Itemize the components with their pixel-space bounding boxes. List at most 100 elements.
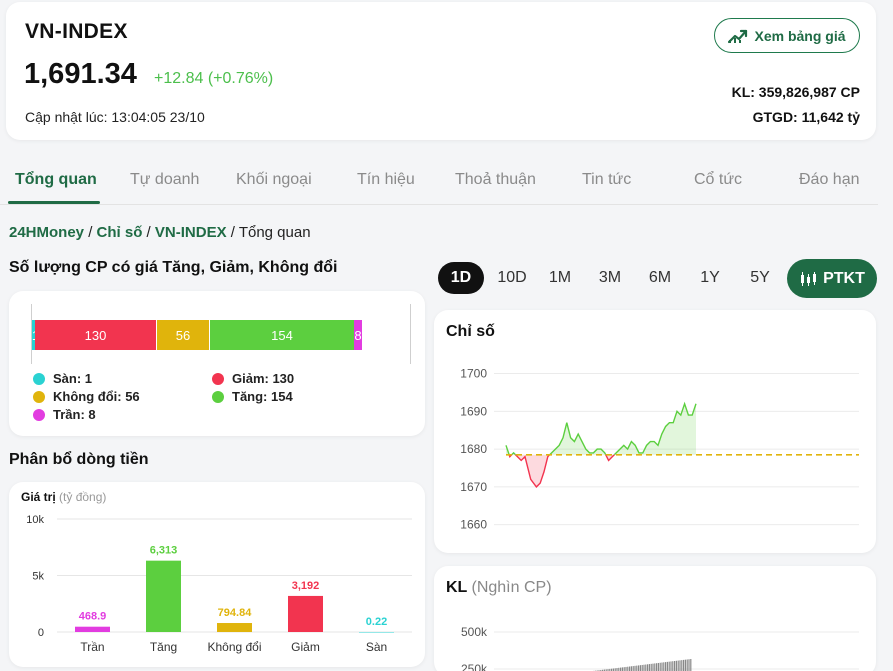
volume-bar <box>621 667 623 671</box>
volume-bar <box>630 666 632 671</box>
tab-foreign[interactable]: Khối ngoại <box>236 171 312 189</box>
volume-bar <box>639 665 641 671</box>
breadcrumb-current: Tổng quan <box>238 224 311 241</box>
index-change: +12.84 (+0.76%) <box>154 70 274 87</box>
flow-bar-value-label: 794.84 <box>218 607 253 619</box>
volume-y-tick-label: 250k <box>461 662 488 671</box>
range-1m-button[interactable]: 1M <box>540 262 580 294</box>
flow-category-label: Không đổi <box>207 640 261 654</box>
breadth-card: 1 130 56 154 8 Sàn: 1 Giảm: 130 Không đổ… <box>9 291 425 436</box>
flow-bar <box>75 626 110 632</box>
volume-bar <box>670 661 672 671</box>
flat-dot-icon <box>33 390 45 403</box>
technical-analysis-label: PTKT <box>823 269 865 287</box>
index-title: VN-INDEX <box>25 20 128 43</box>
volume-bar <box>648 664 650 671</box>
range-selector: 1D 10D 1M 3M 6M 1Y 5Y PTKT <box>438 259 878 298</box>
view-price-board-button[interactable]: Xem bảng giá <box>714 18 860 53</box>
index-value: 1,691.34 <box>24 58 137 90</box>
breadth-bar-ceiling-label: 8 <box>354 327 362 343</box>
volume-bar <box>659 662 661 671</box>
tab-signals[interactable]: Tín hiệu <box>357 171 415 189</box>
range-1y-button[interactable]: 1Y <box>690 262 730 294</box>
tab-bar: Tổng quan Tự doanh Khối ngoại Tín hiệu T… <box>0 160 893 206</box>
flow-category-label: Tăng <box>150 640 177 654</box>
volume-bar <box>632 666 634 671</box>
range-3m-button[interactable]: 3M <box>590 262 630 294</box>
flow-category-label: Trần <box>80 640 104 654</box>
tab-proprietary[interactable]: Tự doanh <box>130 171 199 189</box>
volume-y-tick-label: 500k <box>461 625 488 639</box>
range-6m-button[interactable]: 6M <box>640 262 680 294</box>
money-flow-card: Giá trị (tỷ đồng) 0 5k 10k 468.9 Trần 6,313 Tă… <box>9 482 425 667</box>
volume-bar <box>666 661 668 671</box>
flow-bar <box>288 595 323 632</box>
money-flow-chart: 0 5k 10k 468.9 Trần 6,313 Tăng 794.84 Không đổi 3… <box>26 514 412 654</box>
flow-y-tick-label: 0 <box>38 627 44 639</box>
range-5y-button[interactable]: 5Y <box>740 262 780 294</box>
index-y-tick-label: 1700 <box>460 367 487 381</box>
index-y-tick-label: 1660 <box>460 518 487 532</box>
volume-bar <box>645 664 647 671</box>
volume-bar <box>641 664 643 671</box>
breadth-title: Số lượng CP có giá Tăng, Giảm, Không đổi <box>9 259 338 276</box>
flow-y-tick-label: 5k <box>32 571 44 583</box>
breadth-axis-right <box>410 304 411 364</box>
volume-bar <box>650 663 652 671</box>
volume-bar-chart: 500k 250k <box>461 625 859 671</box>
volume-bar <box>668 661 670 671</box>
legend-floor: Sàn: 1 <box>33 371 92 386</box>
breadcrumb-home-link[interactable]: 24HMoney <box>9 224 84 241</box>
volume-stat: KL: 359,826,987 CP <box>731 84 860 100</box>
volume-bar <box>681 660 683 671</box>
breadcrumb-separator: / <box>142 224 155 241</box>
volume-bar <box>672 661 674 671</box>
volume-bar <box>620 667 622 671</box>
volume-bar <box>654 663 656 671</box>
legend-down: Giảm: 130 <box>212 371 294 386</box>
range-1d-button[interactable]: 1D <box>438 262 484 294</box>
flow-bar <box>146 560 181 632</box>
volume-bar <box>665 662 667 671</box>
index-y-tick-label: 1670 <box>460 480 487 494</box>
breadth-bar-down: 130 <box>35 320 156 350</box>
legend-up-label: Tăng: 154 <box>232 389 293 404</box>
volume-bar <box>663 662 665 671</box>
flow-bar <box>217 623 252 632</box>
volume-bar <box>625 666 627 671</box>
volume-bar <box>623 667 625 671</box>
tab-maturity[interactable]: Đáo hạn <box>799 171 860 189</box>
money-flow-title: Phân bổ dòng tiền <box>9 451 149 468</box>
volume-bar <box>652 663 654 671</box>
range-10d-button[interactable]: 10D <box>490 262 534 294</box>
tab-negotiated[interactable]: Thoả thuận <box>455 171 536 189</box>
volume-bar <box>688 659 690 671</box>
traded-value-stat: GTGD: 11,642 tỷ <box>752 109 860 125</box>
tab-overview[interactable]: Tổng quan <box>15 171 97 189</box>
volume-bar <box>634 665 636 671</box>
flow-y-tick-label: 10k <box>26 514 44 526</box>
flow-category-label: Giảm <box>291 640 320 654</box>
legend-floor-label: Sàn: 1 <box>53 371 93 386</box>
volume-bar <box>690 659 692 671</box>
volume-bar <box>661 662 663 671</box>
breadth-bar-down-label: 130 <box>84 327 107 343</box>
flow-bar <box>359 631 394 633</box>
volume-bar <box>679 660 681 671</box>
breadcrumb-index-link[interactable]: VN-INDEX <box>155 224 227 241</box>
volume-bar <box>629 666 631 671</box>
volume-bar <box>647 664 649 671</box>
tab-news[interactable]: Tin tức <box>582 171 631 189</box>
breadcrumb-section-link[interactable]: Chỉ số <box>97 224 143 241</box>
breadth-bar-flat: 56 <box>157 320 209 350</box>
legend-ceiling-label: Trần: 8 <box>53 407 96 422</box>
update-time: Cập nhật lúc: 13:04:05 23/10 <box>25 109 205 125</box>
volume-bar <box>638 665 640 671</box>
technical-analysis-button[interactable]: PTKT <box>787 259 877 298</box>
flow-bar-value-label: 468.9 <box>79 611 107 623</box>
volume-bar <box>643 664 645 671</box>
breadcrumb-separator: / <box>84 224 97 241</box>
tab-dividends[interactable]: Cổ tức <box>694 171 742 189</box>
ceiling-dot-icon <box>33 408 45 421</box>
volume-bar <box>683 659 685 671</box>
